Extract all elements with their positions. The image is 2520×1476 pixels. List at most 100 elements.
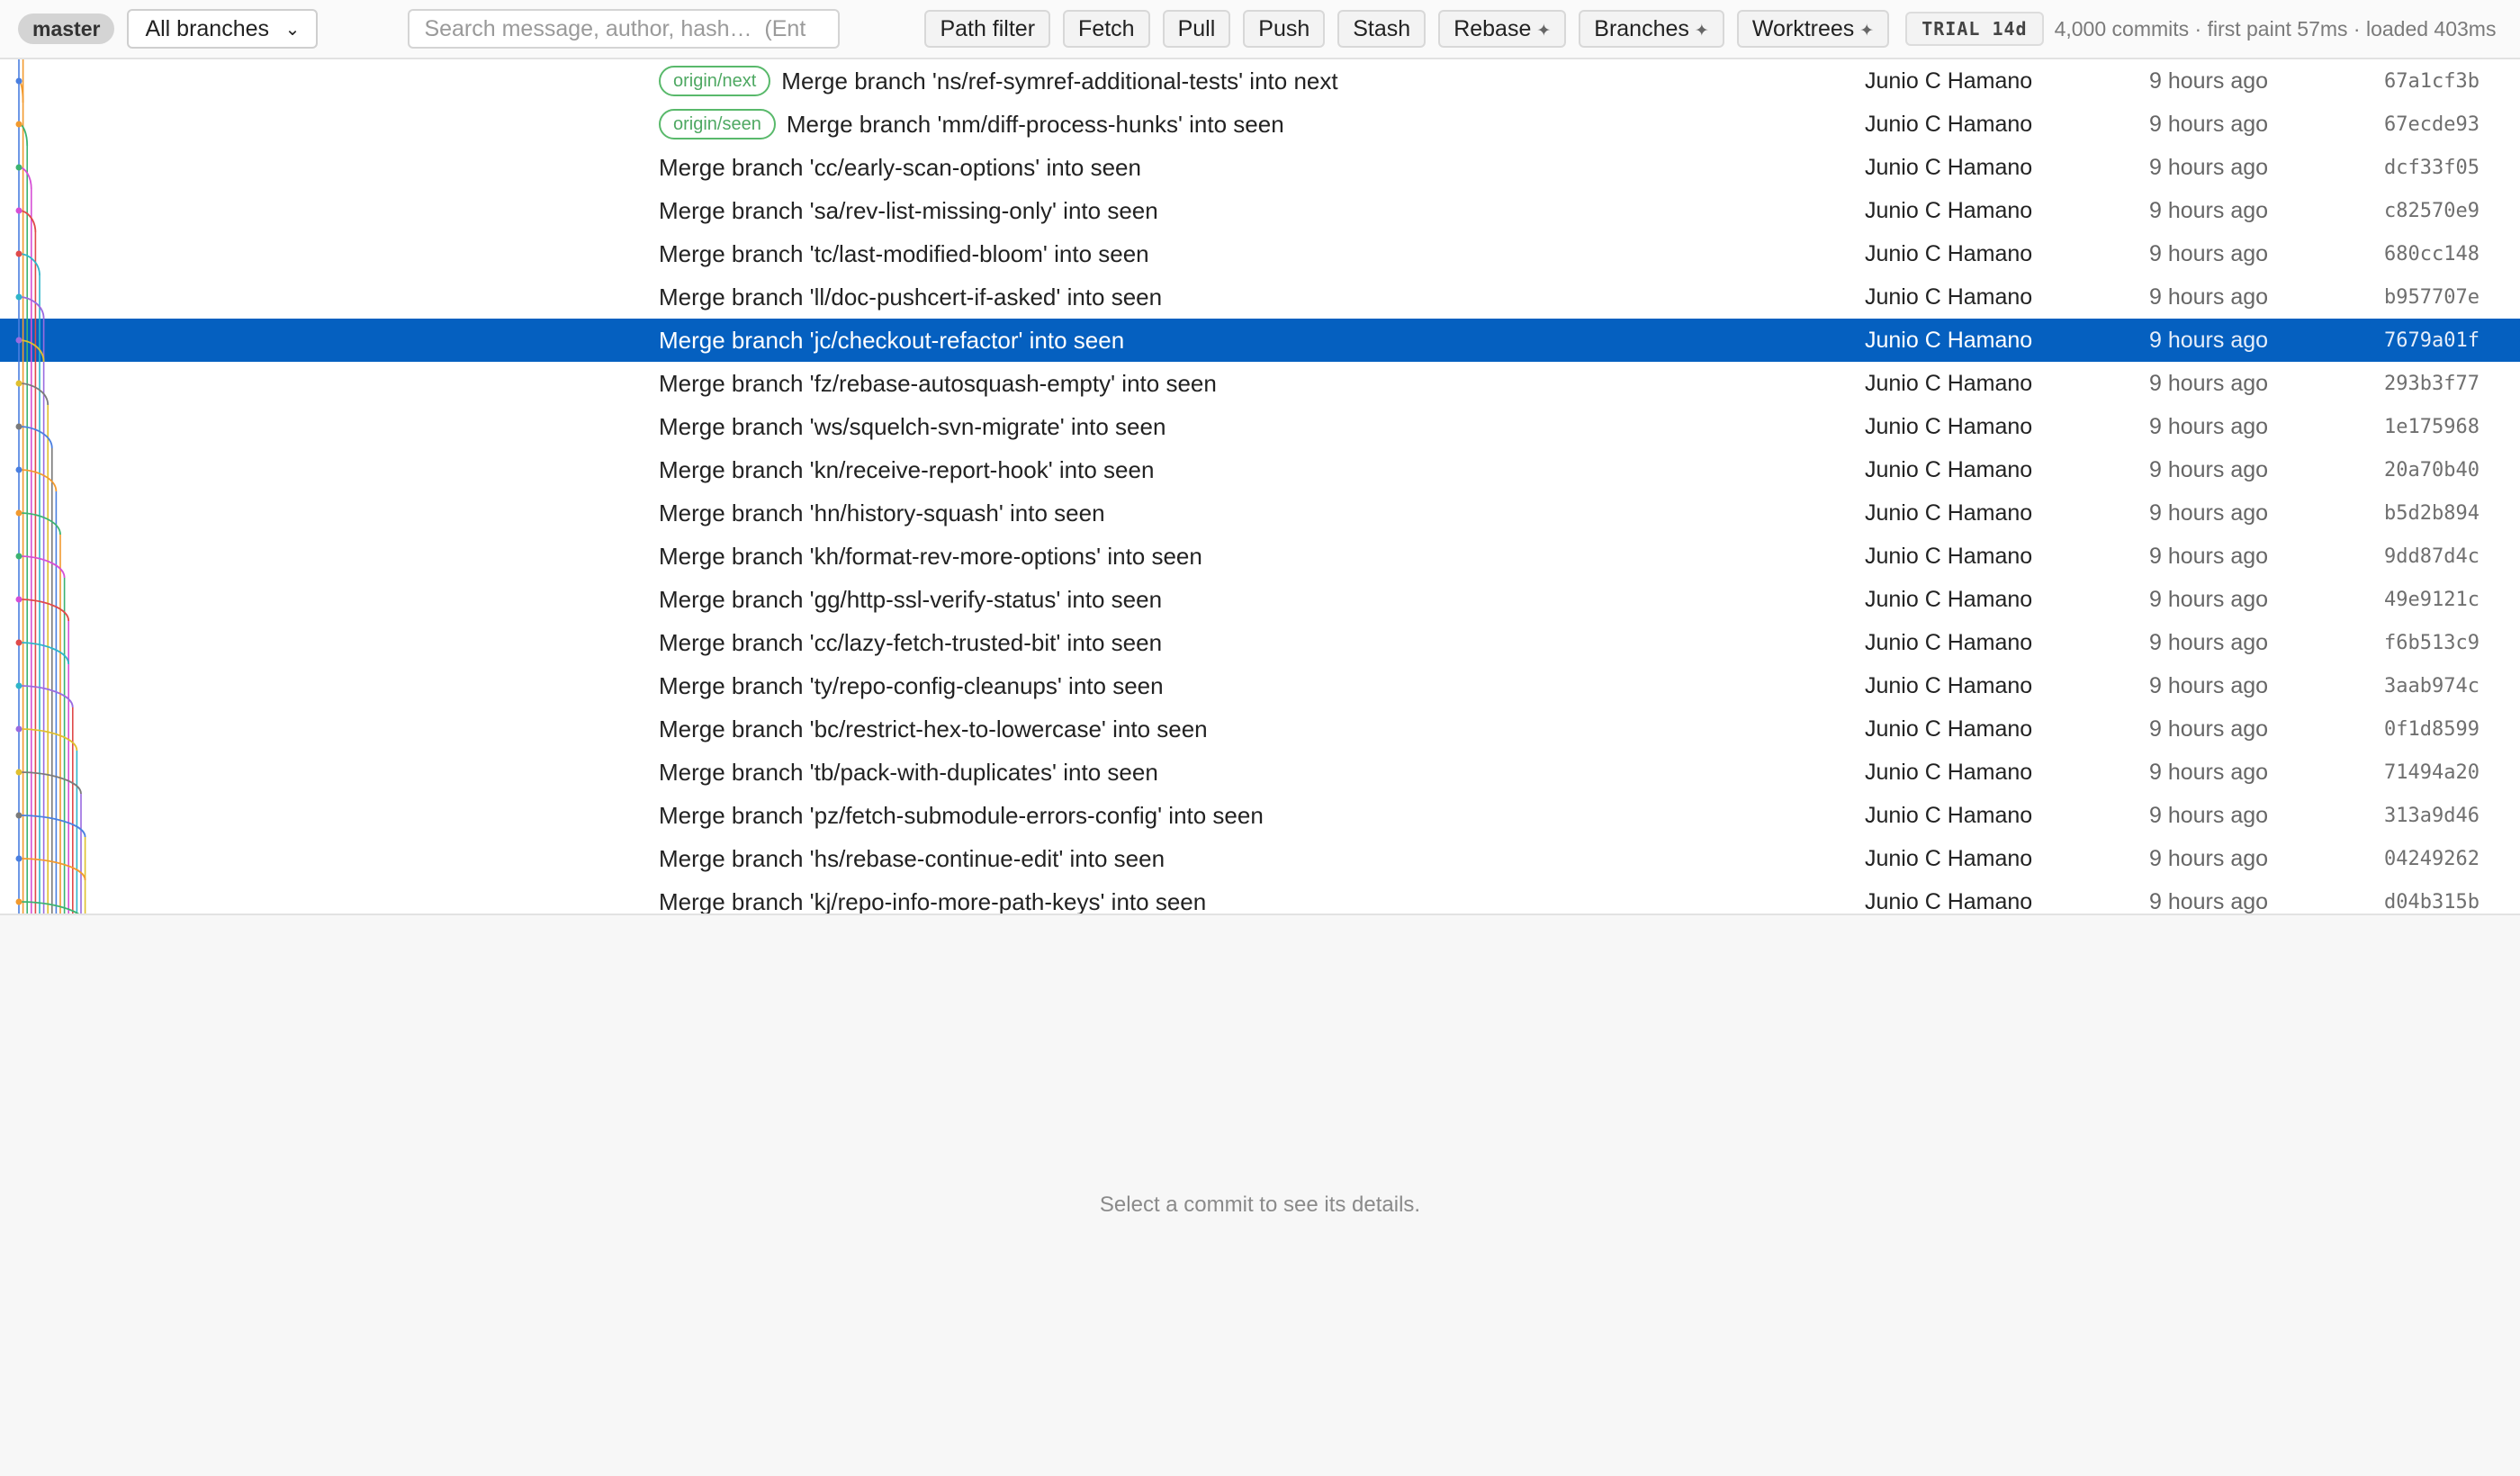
commit-hash[interactable]: 1e175968 — [2384, 416, 2480, 438]
graph-commit-node — [15, 639, 22, 646]
pull-button[interactable]: Pull — [1162, 10, 1231, 48]
toolbar: master All branches ⌄ Path filter Fetch … — [0, 0, 2520, 59]
commit-date: 9 hours ago — [2149, 284, 2269, 310]
commit-message: Merge branch 'ns/ref-symref-additional-t… — [781, 67, 1338, 94]
commit-author: Junio C Hamano — [1865, 413, 2033, 439]
commit-hash[interactable]: 67ecde93 — [2384, 113, 2480, 136]
commit-author: Junio C Hamano — [1865, 759, 2033, 785]
commit-list[interactable]: origin/next Merge branch 'ns/ref-symref-a… — [0, 59, 2520, 915]
branches-label: Branches — [1594, 16, 1689, 41]
commit-row[interactable]: Merge branch 'bc/restrict-hex-to-lowerca… — [0, 707, 2520, 751]
push-button[interactable]: Push — [1243, 10, 1326, 48]
trial-badge[interactable]: TRIAL 14d — [1905, 12, 2044, 46]
commit-hash[interactable]: b957707e — [2384, 286, 2480, 309]
commit-row[interactable]: Merge branch 'fz/rebase-autosquash-empty… — [0, 362, 2520, 405]
branch-filter-value: All branches — [145, 15, 270, 41]
commit-row[interactable]: origin/seen Merge branch 'mm/diff-process… — [0, 103, 2520, 146]
graph-merge-curve — [18, 253, 40, 276]
commit-hash[interactable]: 680cc148 — [2384, 243, 2480, 266]
commit-message-cell: Merge branch 'hn/history-squash' into se… — [659, 500, 1105, 527]
commit-message: Merge branch 'tb/pack-with-duplicates' i… — [659, 758, 1158, 786]
commit-author: Junio C Hamano — [1865, 327, 2033, 353]
commit-row[interactable]: Merge branch 'tc/last-modified-bloom' in… — [0, 232, 2520, 275]
commit-message-cell: Merge branch 'cc/early-scan-options' int… — [659, 154, 1141, 182]
graph-commit-node — [15, 812, 22, 819]
ref-badge[interactable]: origin/seen — [659, 109, 776, 140]
commit-row[interactable]: Merge branch 'jc/checkout-refactor' into… — [0, 319, 2520, 362]
commit-row[interactable]: Merge branch 'ty/repo-config-cleanups' i… — [0, 664, 2520, 707]
graph-commit-node — [15, 553, 22, 560]
branches-button[interactable]: Branches ✦ — [1579, 10, 1724, 48]
commit-hash[interactable]: 0f1d8599 — [2384, 718, 2480, 741]
branch-filter-select[interactable]: All branches ⌄ — [127, 9, 319, 49]
fetch-button[interactable]: Fetch — [1063, 10, 1150, 48]
commit-graph — [15, 59, 86, 914]
commit-row[interactable]: Merge branch 'cc/lazy-fetch-trusted-bit'… — [0, 621, 2520, 664]
commit-message: Merge branch 'bc/restrict-hex-to-lowerca… — [659, 715, 1208, 742]
commit-message-cell: Merge branch 'bc/restrict-hex-to-lowerca… — [659, 716, 1208, 743]
current-branch-badge[interactable]: master — [18, 14, 115, 44]
commit-hash[interactable]: 49e9121c — [2384, 589, 2480, 611]
stash-button[interactable]: Stash — [1337, 10, 1426, 48]
commit-hash[interactable]: 67a1cf3b — [2384, 70, 2480, 93]
graph-commit-node — [15, 682, 22, 689]
commit-hash[interactable]: f6b513c9 — [2384, 632, 2480, 654]
commit-author: Junio C Hamano — [1865, 68, 2033, 94]
commit-author: Junio C Hamano — [1865, 845, 2033, 871]
commit-message-cell: Merge branch 'll/doc-pushcert-if-asked' … — [659, 284, 1162, 311]
graph-commit-node — [15, 207, 22, 214]
commit-date: 9 hours ago — [2149, 586, 2269, 612]
commit-message: Merge branch 'kh/format-rev-more-options… — [659, 542, 1202, 570]
commit-row[interactable]: Merge branch 'kh/format-rev-more-options… — [0, 535, 2520, 578]
rebase-button[interactable]: Rebase ✦ — [1438, 10, 1567, 48]
commit-hash[interactable]: d04b315b — [2384, 891, 2480, 914]
commit-row[interactable]: Merge branch 'pz/fetch-submodule-errors-… — [0, 794, 2520, 837]
commit-row[interactable]: Merge branch 'sa/rev-list-missing-only' … — [0, 189, 2520, 232]
graph-commit-node — [15, 423, 22, 430]
worktrees-label: Worktrees — [1751, 16, 1855, 41]
graph-commit-node — [15, 121, 22, 128]
commit-hash[interactable]: c82570e9 — [2384, 200, 2480, 222]
commit-hash[interactable]: dcf33f05 — [2384, 157, 2480, 179]
commit-row[interactable]: Merge branch 'gg/http-ssl-verify-status'… — [0, 578, 2520, 621]
graph-merge-curve — [18, 469, 58, 492]
commit-row[interactable]: Merge branch 'kn/receive-report-hook' in… — [0, 448, 2520, 491]
commit-date: 9 hours ago — [2149, 197, 2269, 223]
commit-row[interactable]: Merge branch 'hs/rebase-continue-edit' i… — [0, 837, 2520, 880]
commit-message: Merge branch 'hn/history-squash' into se… — [659, 499, 1105, 526]
commit-message-cell: Merge branch 'cc/lazy-fetch-trusted-bit'… — [659, 629, 1162, 657]
commit-hash[interactable]: 20a70b40 — [2384, 459, 2480, 482]
commit-row[interactable]: Merge branch 'ws/squelch-svn-migrate' in… — [0, 405, 2520, 448]
commit-hash[interactable]: 293b3f77 — [2384, 373, 2480, 395]
commit-hash[interactable]: 313a9d46 — [2384, 805, 2480, 827]
graph-commit-node — [15, 596, 22, 603]
commit-hash[interactable]: 3aab974c — [2384, 675, 2480, 698]
ref-badge[interactable]: origin/next — [659, 66, 771, 96]
commit-message: Merge branch 'jc/checkout-refactor' into… — [659, 326, 1125, 354]
commit-detail-pane: Select a commit to see its details. — [0, 915, 2520, 1476]
search-input[interactable] — [408, 9, 841, 49]
commit-row[interactable]: Merge branch 'tb/pack-with-duplicates' i… — [0, 751, 2520, 794]
graph-commit-node — [15, 250, 22, 257]
commit-author: Junio C Hamano — [1865, 154, 2033, 180]
commit-date: 9 hours ago — [2149, 759, 2269, 785]
commit-hash[interactable]: 71494a20 — [2384, 761, 2480, 784]
commit-row[interactable]: Merge branch 'kj/repo-info-more-path-key… — [0, 880, 2520, 914]
commit-message-cell: Merge branch 'tb/pack-with-duplicates' i… — [659, 759, 1158, 787]
worktrees-button[interactable]: Worktrees ✦ — [1736, 10, 1890, 48]
commit-row[interactable]: Merge branch 'll/doc-pushcert-if-asked' … — [0, 275, 2520, 319]
commit-hash[interactable]: 9dd87d4c — [2384, 545, 2480, 568]
commit-message: Merge branch 'ws/squelch-svn-migrate' in… — [659, 412, 1166, 440]
commit-row[interactable]: Merge branch 'cc/early-scan-options' int… — [0, 146, 2520, 189]
commit-hash[interactable]: 04249262 — [2384, 848, 2480, 870]
commit-row[interactable]: Merge branch 'hn/history-squash' into se… — [0, 491, 2520, 535]
commit-author: Junio C Hamano — [1865, 888, 2033, 914]
graph-merge-curve — [18, 771, 82, 795]
commit-hash[interactable]: 7679a01f — [2384, 329, 2480, 352]
commit-row[interactable]: origin/next Merge branch 'ns/ref-symref-a… — [0, 59, 2520, 103]
commit-message: Merge branch 'cc/lazy-fetch-trusted-bit'… — [659, 628, 1163, 656]
commit-message: Merge branch 'mm/diff-process-hunks' int… — [786, 110, 1284, 138]
commit-hash[interactable]: b5d2b894 — [2384, 502, 2480, 525]
path-filter-button[interactable]: Path filter — [924, 10, 1051, 48]
commit-message: Merge branch 'sa/rev-list-missing-only' … — [659, 196, 1158, 224]
